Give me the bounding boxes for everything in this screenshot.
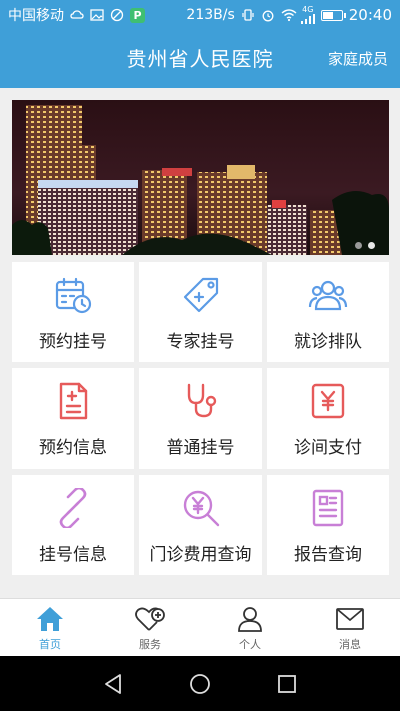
- signal-icon: [300, 14, 315, 24]
- appointment-register-tile[interactable]: 预约挂号: [12, 262, 134, 362]
- tag-plus-icon: [179, 273, 223, 317]
- link-icon: [51, 486, 95, 530]
- image-icon: [90, 8, 104, 22]
- system-nav-bar: [0, 656, 400, 711]
- home-circle-icon: [190, 673, 210, 694]
- outpatient-fee-query-tile[interactable]: 门诊费用查询: [139, 475, 262, 575]
- recent-square-icon: [277, 674, 296, 693]
- status-bar: 中国移动 P 213B/s 4G 20:40: [0, 0, 400, 30]
- family-members-button[interactable]: 家庭成员: [328, 30, 388, 88]
- function-grid: 预约挂号 专家挂号 就诊排队 预约信息 普通挂号 诊间支付 挂号信息 门诊费用查…: [12, 262, 389, 575]
- general-register-tile[interactable]: 普通挂号: [139, 368, 262, 469]
- app-header: 贵州省人民医院 家庭成员: [0, 30, 400, 88]
- queue-tile[interactable]: 就诊排队: [267, 262, 389, 362]
- back-button[interactable]: [99, 670, 127, 698]
- carousel-dot[interactable]: [368, 242, 375, 249]
- yuan-search-icon: [179, 486, 223, 530]
- back-triangle-icon: [105, 673, 122, 694]
- carousel-dots: [355, 242, 375, 249]
- yuan-card-icon: [306, 379, 350, 423]
- tile-label: 专家挂号: [166, 331, 235, 352]
- hospital-night-photo: [12, 100, 389, 255]
- report-icon: [306, 486, 350, 530]
- app-p-icon: P: [130, 7, 145, 23]
- nav-label: 首页: [39, 637, 61, 651]
- cloud-icon: [70, 8, 84, 22]
- alarm-icon: [261, 8, 275, 22]
- carrier-label: 中国移动: [8, 8, 64, 24]
- clinic-payment-tile[interactable]: 诊间支付: [267, 368, 389, 469]
- appointment-info-tile[interactable]: 预约信息: [12, 368, 134, 469]
- tile-label: 就诊排队: [294, 331, 362, 352]
- network-speed: 213B/s: [186, 7, 235, 23]
- people-group-icon: [306, 273, 350, 317]
- block-icon: [110, 8, 124, 22]
- report-query-tile[interactable]: 报告查询: [267, 475, 389, 575]
- recent-apps-button[interactable]: [273, 670, 301, 698]
- nav-messages[interactable]: 消息: [300, 599, 400, 656]
- heart-plus-icon: [135, 604, 165, 634]
- carousel-dot[interactable]: [355, 242, 362, 249]
- nav-label: 消息: [339, 637, 361, 651]
- tile-label: 普通挂号: [166, 438, 235, 458]
- wifi-icon: [281, 8, 297, 22]
- expert-register-tile[interactable]: 专家挂号: [139, 262, 262, 362]
- mail-icon: [335, 604, 365, 634]
- stethoscope-icon: [179, 379, 223, 423]
- tile-label: 报告查询: [294, 544, 362, 565]
- tile-label: 预约信息: [39, 438, 107, 458]
- nav-label: 个人: [239, 637, 261, 651]
- tile-label: 门诊费用查询: [149, 544, 252, 565]
- nav-services[interactable]: 服务: [100, 599, 200, 656]
- vibrate-icon: [241, 8, 255, 22]
- battery-icon: [320, 9, 346, 21]
- home-system-button[interactable]: [186, 670, 214, 698]
- calendar-clock-icon: [51, 273, 95, 317]
- person-icon: [235, 604, 265, 634]
- home-icon: [35, 604, 65, 634]
- tile-label: 预约挂号: [39, 331, 107, 352]
- nav-label: 服务: [139, 637, 161, 651]
- tile-label: 诊间支付: [294, 438, 362, 458]
- hospital-banner[interactable]: [12, 100, 389, 255]
- clock: 20:40: [348, 6, 392, 24]
- document-plus-icon: [51, 379, 95, 423]
- tile-label: 挂号信息: [39, 544, 107, 565]
- nav-personal[interactable]: 个人: [200, 599, 300, 656]
- bottom-nav: 首页 服务 个人 消息: [0, 598, 400, 656]
- nav-home[interactable]: 首页: [0, 599, 100, 656]
- network-type: 4G: [302, 5, 314, 14]
- register-info-tile[interactable]: 挂号信息: [12, 475, 134, 575]
